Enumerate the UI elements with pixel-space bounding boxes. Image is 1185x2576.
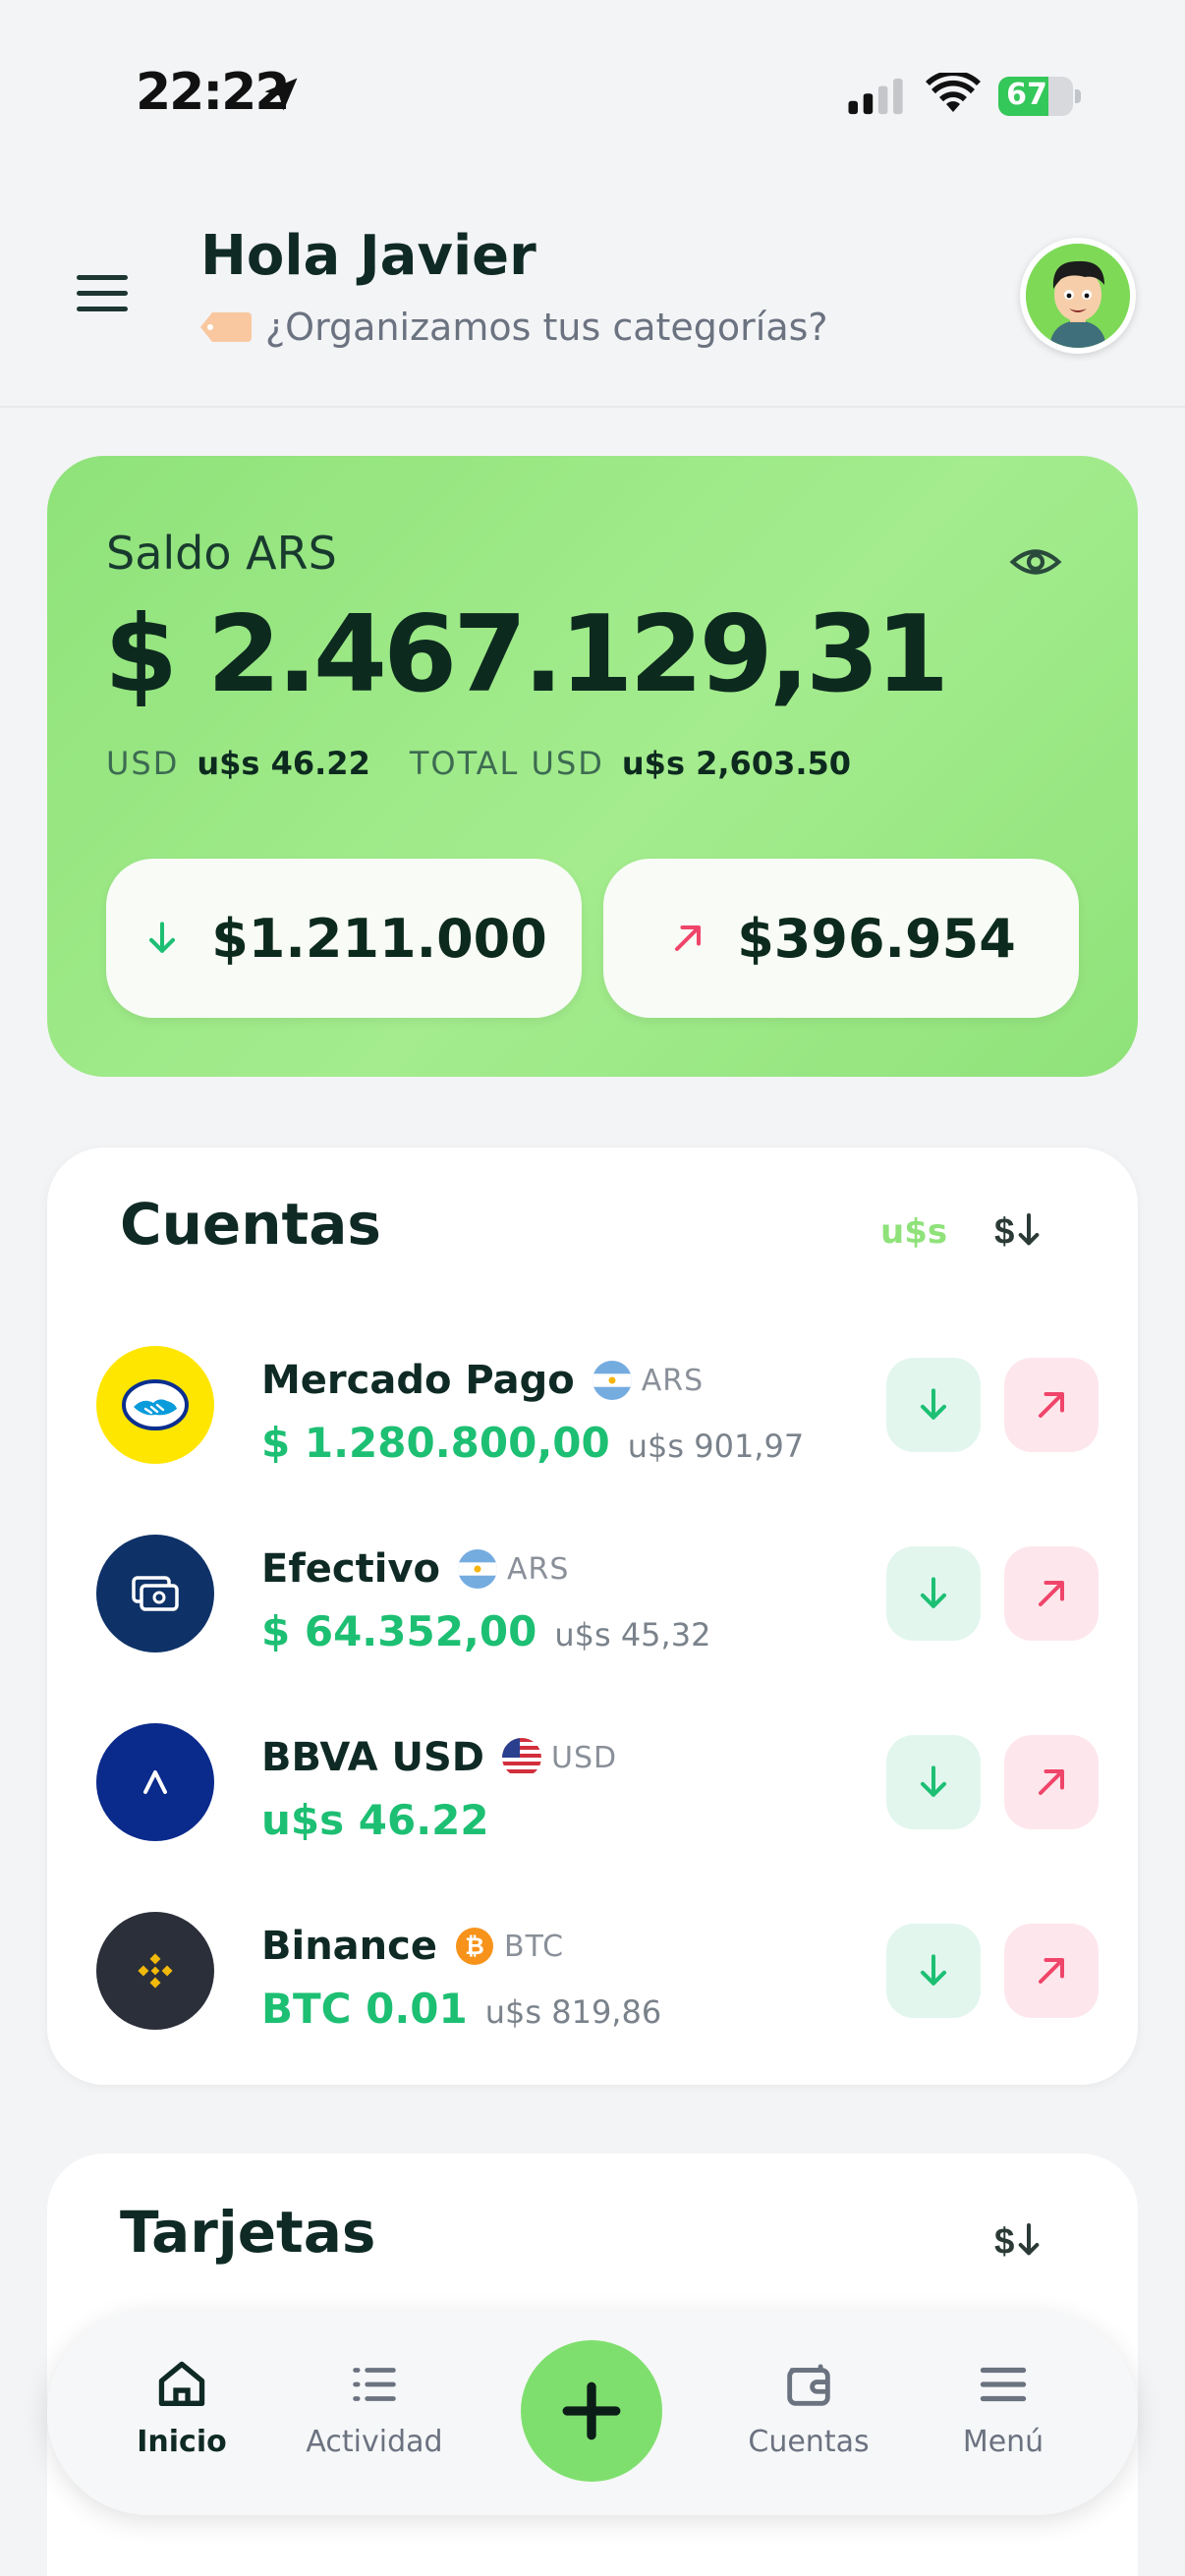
wallet-icon (787, 2364, 830, 2406)
nav-cuentas[interactable]: Cuentas (735, 2356, 882, 2459)
add-transaction-button[interactable] (521, 2340, 662, 2482)
arrow-down-icon (920, 1765, 947, 1797)
account-amount: $ 64.352,00 (261, 1607, 537, 1655)
signal-icon (848, 79, 903, 115)
add-income-button[interactable] (886, 1924, 981, 2018)
add-income-button[interactable] (886, 1358, 981, 1452)
account-row-mercado-pago[interactable]: Mercado Pago ARS $ 1.280.800,00 u$s 901,… (47, 1324, 1138, 1482)
avatar-illustration-icon (1026, 244, 1130, 348)
accounts-title: Cuentas (120, 1191, 381, 1258)
arrow-up-right-icon (675, 924, 702, 952)
wifi-icon (926, 73, 981, 112)
expense-button[interactable]: $396.954 (603, 859, 1079, 1018)
usd-summary: USD u$s 46.22 TOTAL USD u$s 2,603.50 (106, 745, 890, 782)
usd-key: USD (106, 745, 180, 782)
account-row-binance[interactable]: Binance ₿ BTC BTC 0.01 u$s 819,86 (47, 1890, 1138, 2047)
currency-toggle[interactable]: u$s (880, 1212, 947, 1252)
add-expense-button[interactable] (1004, 1735, 1099, 1829)
add-income-button[interactable] (886, 1735, 981, 1829)
add-expense-button[interactable] (1004, 1546, 1099, 1641)
accounts-card: Cuentas u$s $ Mercado Pago ARS $ 1.280.8… (47, 1148, 1138, 2085)
argentina-flag-icon (592, 1361, 632, 1400)
cards-title: Tarjetas (120, 2199, 376, 2266)
avatar[interactable] (1020, 238, 1136, 354)
sort-currency-icon[interactable]: $ (994, 2218, 1044, 2262)
balance-card: Saldo ARS $ 2.467.129,31 USD u$s 46.22 T… (47, 456, 1138, 1077)
bitcoin-icon: ₿ (455, 1928, 493, 1965)
tag-icon (200, 312, 252, 342)
account-currency: BTC (503, 1929, 565, 1964)
account-usd-amount: u$s 45,32 (554, 1616, 711, 1653)
add-expense-button[interactable] (1004, 1358, 1099, 1452)
account-name: Binance (261, 1924, 437, 1969)
header: Hola Javier ¿Organizamos tus categorías? (0, 187, 1185, 408)
account-row-efectivo[interactable]: Efectivo ARS $ 64.352,00 u$s 45,32 (47, 1513, 1138, 1670)
nav-menu[interactable]: Menú (930, 2356, 1077, 2459)
home-icon (158, 2361, 205, 2406)
nav-actividad[interactable]: Actividad (301, 2356, 448, 2459)
usd-value: u$s 46.22 (197, 745, 370, 782)
bottom-nav: Inicio Actividad Cuentas Menú (47, 2311, 1138, 2515)
sort-currency-icon[interactable]: $ (994, 1208, 1044, 1252)
balance-amount: $ 2.467.129,31 (104, 593, 949, 716)
income-amount: $1.211.000 (211, 907, 547, 970)
arrow-down-icon (149, 922, 176, 953)
account-currency: USD (550, 1740, 618, 1775)
arrow-up-right-icon (1038, 1768, 1065, 1796)
arrow-up-right-icon (1038, 1580, 1065, 1607)
header-subtitle: ¿Organizamos tus categorías? (265, 306, 828, 349)
menu-icon[interactable] (77, 271, 134, 316)
battery-level: 67 (1006, 78, 1047, 112)
add-expense-button[interactable] (1004, 1924, 1099, 2018)
account-usd-amount: u$s 901,97 (627, 1428, 805, 1465)
expense-amount: $396.954 (737, 907, 1016, 970)
total-usd-value: u$s 2,603.50 (621, 745, 852, 782)
account-name: Efectivo (261, 1546, 440, 1592)
account-currency: ARS (506, 1551, 570, 1587)
mercado-pago-logo-icon (96, 1346, 214, 1464)
nav-label: Menú (962, 2425, 1044, 2459)
account-usd-amount: u$s 819,86 (484, 1993, 662, 2031)
status-bar: 22:22 67 (0, 0, 1185, 187)
account-row-bbva-usd[interactable]: BBVA USD USD u$s 46.22 (47, 1702, 1138, 1859)
account-amount: u$s 46.22 (261, 1796, 489, 1844)
account-amount: BTC 0.01 (261, 1985, 468, 2033)
arrow-down-icon (920, 1388, 947, 1420)
income-button[interactable]: $1.211.000 (106, 859, 582, 1018)
nav-inicio[interactable]: Inicio (108, 2356, 255, 2459)
svg-text:₿: ₿ (465, 1933, 484, 1960)
account-currency: ARS (641, 1363, 705, 1398)
svg-text:$: $ (994, 1210, 1014, 1251)
account-name: Mercado Pago (261, 1358, 575, 1403)
binance-logo-icon (96, 1912, 214, 2030)
hamburger-icon (980, 2367, 1027, 2402)
balance-label: Saldo ARS (106, 527, 337, 580)
svg-text:$: $ (994, 2220, 1014, 2261)
argentina-flag-icon (457, 1549, 497, 1589)
nav-label: Inicio (137, 2425, 227, 2459)
account-amount: $ 1.280.800,00 (261, 1419, 610, 1467)
arrow-up-right-icon (1038, 1391, 1065, 1419)
nav-label: Cuentas (748, 2425, 870, 2459)
usa-flag-icon (501, 1738, 541, 1777)
plus-icon (562, 2381, 621, 2440)
arrow-up-right-icon (1038, 1957, 1065, 1985)
list-icon (353, 2368, 396, 2401)
greeting-title: Hola Javier (200, 224, 536, 288)
categories-prompt[interactable]: ¿Organizamos tus categorías? (200, 303, 828, 352)
cash-icon (96, 1535, 214, 1652)
bbva-logo-icon (96, 1723, 214, 1841)
arrow-down-icon (920, 1954, 947, 1986)
total-usd-key: TOTAL USD (409, 745, 604, 782)
battery-icon: 67 (998, 77, 1081, 116)
eye-icon[interactable] (1008, 534, 1063, 589)
account-name: BBVA USD (261, 1735, 484, 1780)
arrow-down-icon (920, 1577, 947, 1608)
location-arrow-icon (264, 78, 298, 111)
nav-label: Actividad (306, 2425, 443, 2459)
add-income-button[interactable] (886, 1546, 981, 1641)
